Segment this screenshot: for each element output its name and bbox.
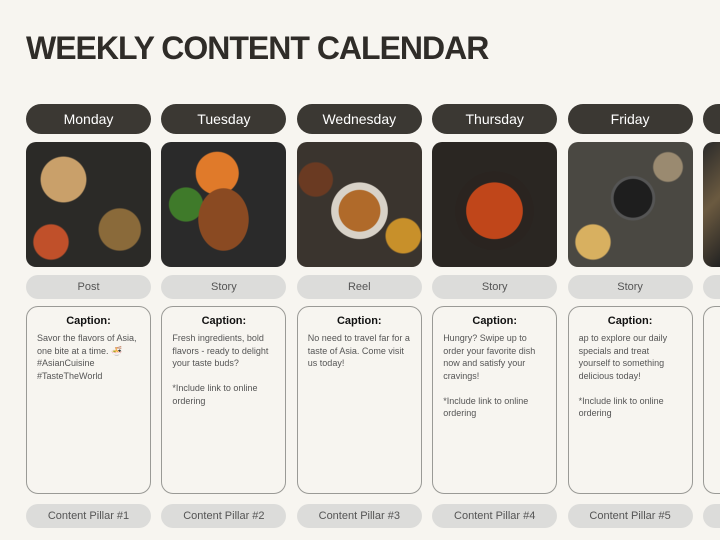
day-column-friday: Friday Story Caption: ap to explore our d… [567, 104, 693, 528]
caption-label: Caption: [472, 315, 517, 327]
content-pillar-pill [703, 504, 720, 528]
food-image [26, 142, 151, 267]
day-pill: Wednesday [296, 104, 422, 134]
caption-card: Caption: No need to travel far for a tast… [296, 306, 422, 494]
food-image [703, 142, 720, 267]
day-column-partial [703, 104, 720, 528]
content-pillar-pill: Content Pillar #5 [567, 504, 693, 528]
page-title: WEEKLY CONTENT CALENDAR [26, 30, 489, 66]
caption-label: Caption: [336, 315, 382, 327]
content-type-pill: Story [432, 275, 558, 299]
day-column-thursday: Thursday Story Caption: Hungry? Swipe up … [432, 104, 558, 528]
caption-text: No need to travel far for a taste of Asi… [307, 333, 410, 368]
caption-label: Caption: [66, 315, 111, 327]
caption-card: Caption: Savor the flavors of Asia, one b… [26, 306, 151, 494]
day-pill: Thursday [432, 104, 558, 134]
content-type-pill: Post [26, 275, 151, 299]
content-type-pill: Story [161, 275, 287, 299]
caption-text: ap to explore our daily specials and tre… [578, 333, 668, 418]
caption-card: Caption: ap to explore our daily specials… [567, 306, 693, 494]
food-image [432, 142, 558, 267]
day-column-monday: Monday Post Caption: Savor the flavors of… [26, 104, 151, 528]
content-type-pill: Reel [296, 275, 422, 299]
food-image [296, 142, 422, 267]
caption-card: Caption: Hungry? Swipe up to order your f… [432, 306, 558, 494]
caption-label: Caption: [607, 315, 653, 327]
day-pill: Monday [26, 104, 151, 134]
day-pill [703, 104, 720, 134]
content-pillar-pill: Content Pillar #2 [161, 504, 287, 528]
day-column-wednesday: Wednesday Reel Caption: No need to travel… [296, 104, 422, 528]
caption-text: Fresh ingredients, bold flavors - ready … [172, 333, 269, 406]
food-image [567, 142, 693, 267]
day-pill: Friday [567, 104, 693, 134]
caption-card: Caption: Fresh ingredients, bold flavors … [161, 306, 287, 494]
caption-label: Caption: [201, 315, 247, 327]
caption-text: Hungry? Swipe up to order your favorite … [443, 333, 536, 418]
food-image [161, 142, 287, 267]
content-pillar-pill: Content Pillar #4 [432, 504, 558, 528]
caption-text: Savor the flavors of Asia, one bite at a… [37, 333, 137, 381]
content-type-pill: Story [567, 275, 693, 299]
content-type-pill [703, 275, 720, 299]
day-pill: Tuesday [161, 104, 287, 134]
day-column-tuesday: Tuesday Story Caption: Fresh ingredients,… [161, 104, 287, 528]
content-pillar-pill: Content Pillar #1 [26, 504, 151, 528]
content-pillar-pill: Content Pillar #3 [296, 504, 422, 528]
caption-card [703, 306, 720, 494]
